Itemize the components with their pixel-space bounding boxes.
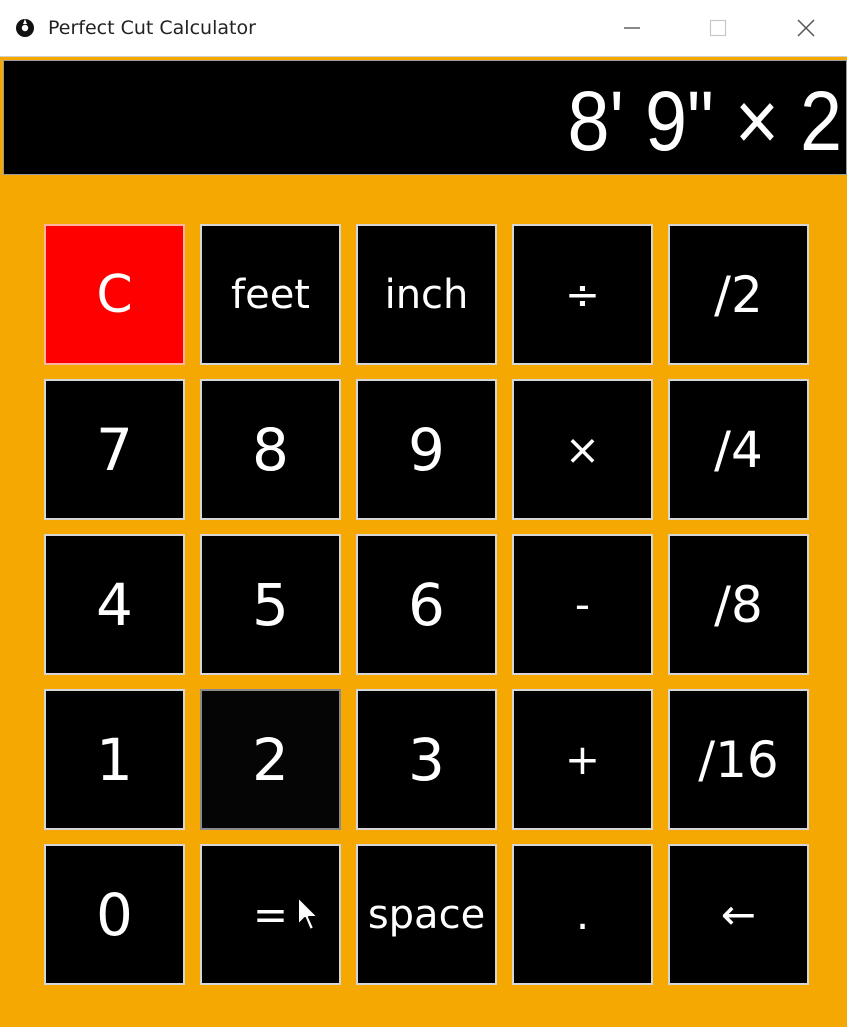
clear-button[interactable]: C: [44, 224, 185, 365]
minimize-button[interactable]: [588, 0, 676, 56]
calculator-body: 8' 9" × 2 Cfeet inch ÷ /2 7 8 9 × /4 4 5 6 - /8 1 2 3 + /1…: [0, 57, 847, 1027]
feet-button[interactable]: feet: [200, 224, 341, 365]
mouse-pointer-icon: [297, 896, 319, 931]
backspace-button[interactable]: ←: [668, 844, 809, 985]
multiply-label: ×: [564, 424, 601, 474]
add-label: +: [564, 734, 601, 784]
digit-4-button[interactable]: 4: [44, 534, 185, 675]
close-icon: [797, 19, 815, 37]
space-label: space: [367, 891, 486, 938]
digit-3-button[interactable]: 3: [356, 689, 497, 830]
digit-3-label: 3: [408, 725, 445, 794]
maximize-icon: [709, 19, 727, 37]
subtract-label: -: [574, 579, 591, 629]
decimal-point-button[interactable]: .: [512, 844, 653, 985]
digit-8-button[interactable]: 8: [200, 379, 341, 520]
maximize-button[interactable]: [674, 0, 762, 56]
digit-9-label: 9: [408, 415, 445, 484]
digit-4-label: 4: [96, 570, 133, 639]
digit-6-label: 6: [408, 570, 445, 639]
space-button[interactable]: space: [356, 844, 497, 985]
multiply-button[interactable]: ×: [512, 379, 653, 520]
close-button[interactable]: [762, 0, 847, 56]
half-fraction-label: /2: [714, 265, 763, 324]
digit-2-button[interactable]: 2: [200, 689, 341, 830]
quarter-fraction-label: /4: [714, 420, 763, 479]
half-fraction-button[interactable]: /2: [668, 224, 809, 365]
digit-8-label: 8: [252, 415, 289, 484]
digit-5-button[interactable]: 5: [200, 534, 341, 675]
eighth-fraction-button[interactable]: /8: [668, 534, 809, 675]
digit-7-button[interactable]: 7: [44, 379, 185, 520]
window-title: Perfect Cut Calculator: [48, 17, 256, 39]
subtract-button[interactable]: -: [512, 534, 653, 675]
digit-5-label: 5: [252, 570, 289, 639]
quarter-fraction-button[interactable]: /4: [668, 379, 809, 520]
add-button[interactable]: +: [512, 689, 653, 830]
minimize-icon: [624, 27, 640, 29]
sixteenth-fraction-button[interactable]: /16: [668, 689, 809, 830]
digit-0-label: 0: [96, 880, 133, 949]
digit-6-button[interactable]: 6: [356, 534, 497, 675]
display-value: 8' 9" × 2: [567, 74, 842, 168]
title-bar: Perfect Cut Calculator: [0, 0, 847, 57]
inch-button[interactable]: inch: [356, 224, 497, 365]
keypad: Cfeet inch ÷ /2 7 8 9 × /4 4 5 6 - /8 1 2 3 + /16 0 = space. ←: [44, 224, 809, 985]
digit-0-button[interactable]: 0: [44, 844, 185, 985]
backspace-label: ←: [720, 889, 757, 939]
divide-button[interactable]: ÷: [512, 224, 653, 365]
clear-label: C: [96, 264, 133, 325]
eighth-fraction-label: /8: [714, 575, 763, 634]
feet-label: feet: [231, 271, 310, 318]
inch-label: inch: [384, 271, 469, 318]
app-logo-icon: [16, 19, 34, 37]
sixteenth-fraction-label: /16: [698, 730, 779, 789]
digit-1-label: 1: [96, 725, 133, 794]
digit-9-button[interactable]: 9: [356, 379, 497, 520]
equals-label: =: [252, 889, 289, 939]
decimal-point-label: .: [575, 889, 590, 939]
digit-1-button[interactable]: 1: [44, 689, 185, 830]
digit-7-label: 7: [96, 415, 133, 484]
result-display: 8' 9" × 2: [3, 60, 847, 175]
digit-2-label: 2: [252, 725, 289, 794]
divide-label: ÷: [564, 269, 601, 319]
